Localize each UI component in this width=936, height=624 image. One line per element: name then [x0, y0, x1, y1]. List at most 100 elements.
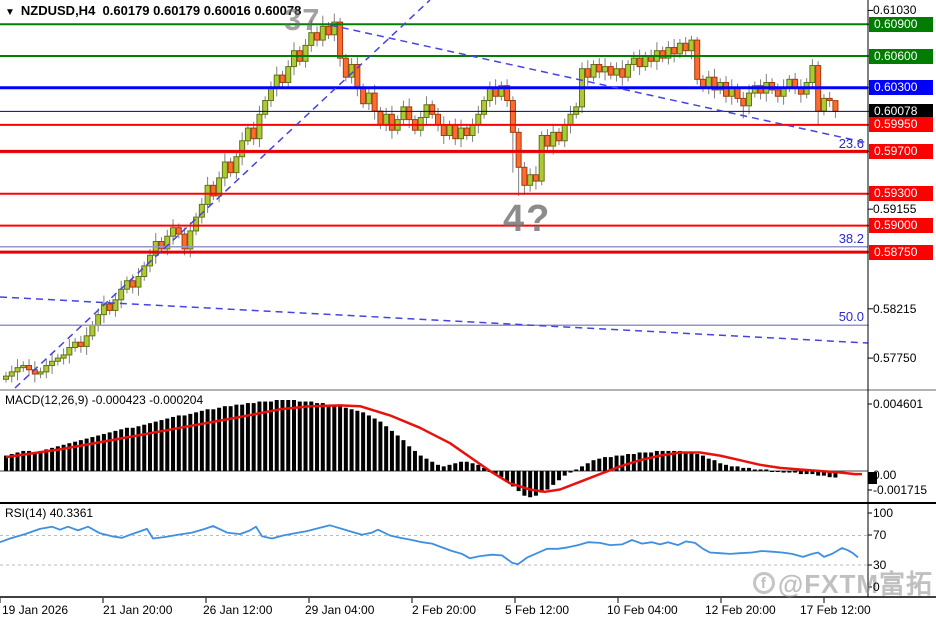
macd-histogram-bar [182, 415, 187, 471]
candle-bullish [590, 63, 597, 78]
macd-histogram-bar [119, 429, 124, 471]
macd-histogram-bar [101, 433, 106, 471]
price-level-badge: 0.58750 [869, 244, 933, 260]
macd-histogram-bar [389, 430, 394, 471]
candle-bearish [596, 63, 603, 73]
macd-histogram-bar [292, 400, 296, 471]
candle-bullish [475, 113, 482, 126]
candle-bullish [95, 314, 102, 326]
macd-histogram-bar [343, 407, 348, 471]
candle-bearish [452, 124, 459, 140]
macd-histogram-bar [401, 440, 406, 471]
macd-histogram-bar [441, 466, 446, 471]
candle-bearish [515, 131, 522, 168]
chart-canvas[interactable] [0, 0, 936, 624]
candle-bearish [774, 89, 781, 97]
macd-histogram-bar [222, 406, 227, 471]
candle-bullish [118, 288, 125, 301]
fxtm-brand-text: @FXTM富拓 [777, 569, 933, 599]
candle-bullish [365, 92, 372, 105]
mt4-chart-window: ▼ NZDUSD,H4 0.60179 0.60179 0.60016 0.600… [0, 0, 936, 624]
rsi-name: RSI(14) [5, 506, 47, 520]
candle-bullish [400, 106, 407, 121]
macd-histogram-bar [562, 471, 567, 476]
macd-histogram-bar [793, 471, 798, 473]
candle-bullish [567, 113, 574, 126]
macd-histogram-bar [522, 471, 527, 496]
macd-histogram-bar [781, 471, 786, 473]
candle-bullish [809, 65, 816, 83]
candle-bearish [521, 166, 528, 186]
macd-histogram-bar [136, 426, 141, 471]
candle-bullish [89, 324, 96, 337]
macd-histogram-bar [412, 450, 417, 471]
candle-bullish [244, 127, 251, 142]
macd-histogram-bar [234, 404, 239, 471]
macd-histogram-bar [211, 409, 216, 471]
macd-value: -0.000423 [91, 393, 146, 407]
candle-bearish [360, 87, 367, 105]
macd-histogram-bar [303, 401, 308, 471]
macd-histogram-bar [654, 450, 659, 471]
candle-bearish [826, 97, 833, 102]
macd-histogram-bar [741, 467, 746, 471]
candle-bearish [463, 127, 470, 137]
candle-bearish [26, 365, 33, 371]
macd-histogram-bar [349, 409, 354, 471]
macd-histogram-bar [758, 469, 763, 471]
macd-histogram-bar [320, 403, 325, 471]
macd-histogram-bar [297, 401, 302, 471]
macd-histogram-bar [712, 460, 717, 471]
macd-histogram-bar [620, 455, 625, 471]
macd-histogram-bar [528, 471, 533, 498]
candle-bearish [175, 227, 182, 235]
macd-histogram-bar [188, 413, 193, 471]
candle-bearish [607, 66, 614, 76]
macd-histogram-bar [597, 458, 602, 471]
macd-histogram-bar [424, 458, 429, 471]
macd-histogram-bar [747, 467, 752, 471]
macd-histogram-bar [332, 404, 337, 471]
time-axis-label: 2 Feb 20:00 [412, 603, 477, 617]
macd-histogram-bar [764, 469, 769, 471]
symbol-dropdown-icon[interactable]: ▼ [5, 7, 15, 18]
macd-histogram-bar [32, 452, 37, 471]
candle-bullish [625, 63, 632, 78]
rsi-axis-label: 70 [873, 528, 887, 542]
macd-histogram-bar [574, 469, 579, 471]
macd-histogram-bar [603, 457, 608, 471]
macd-histogram-bar [447, 464, 452, 471]
candle-bearish [129, 280, 136, 288]
rsi-value: 40.3361 [49, 506, 94, 520]
macd-histogram-bar [171, 416, 176, 471]
candle-bearish [371, 92, 378, 112]
macd-histogram-bar [464, 461, 469, 471]
candle-bearish [342, 57, 349, 78]
macd-histogram-bar [459, 461, 464, 471]
fxtm-brand-watermark: f @FXTM富拓 [752, 564, 933, 601]
candle-bearish [619, 68, 626, 78]
candle-bullish [135, 275, 142, 288]
macd-histogram-bar [729, 466, 734, 471]
price-axis-label: 0.58215 [873, 301, 917, 316]
macd-histogram-bar [476, 464, 481, 471]
candle-bullish [14, 367, 21, 373]
candle-bullish [820, 97, 827, 112]
macd-histogram-bar [470, 463, 475, 471]
macd-axis-label: -0.001715 [873, 483, 928, 497]
macd-histogram-bar [159, 420, 164, 471]
macd-histogram-bar [366, 415, 371, 471]
macd-histogram-bar [309, 401, 314, 471]
fib-level-label: 38.2 [838, 230, 864, 246]
symbol-name: NZDUSD,H4 [20, 3, 96, 18]
macd-histogram-bar [395, 435, 400, 471]
macd-histogram-bar [649, 452, 654, 471]
macd-histogram-bar [176, 415, 181, 471]
candle-bullish [60, 354, 67, 359]
macd-histogram-bar [533, 471, 538, 496]
candle-bearish [682, 42, 689, 52]
macd-histogram-bar [113, 430, 118, 471]
time-axis-label: 21 Jan 20:00 [103, 603, 173, 617]
candle-bearish [694, 39, 701, 80]
macd-histogram-bar [568, 471, 573, 473]
